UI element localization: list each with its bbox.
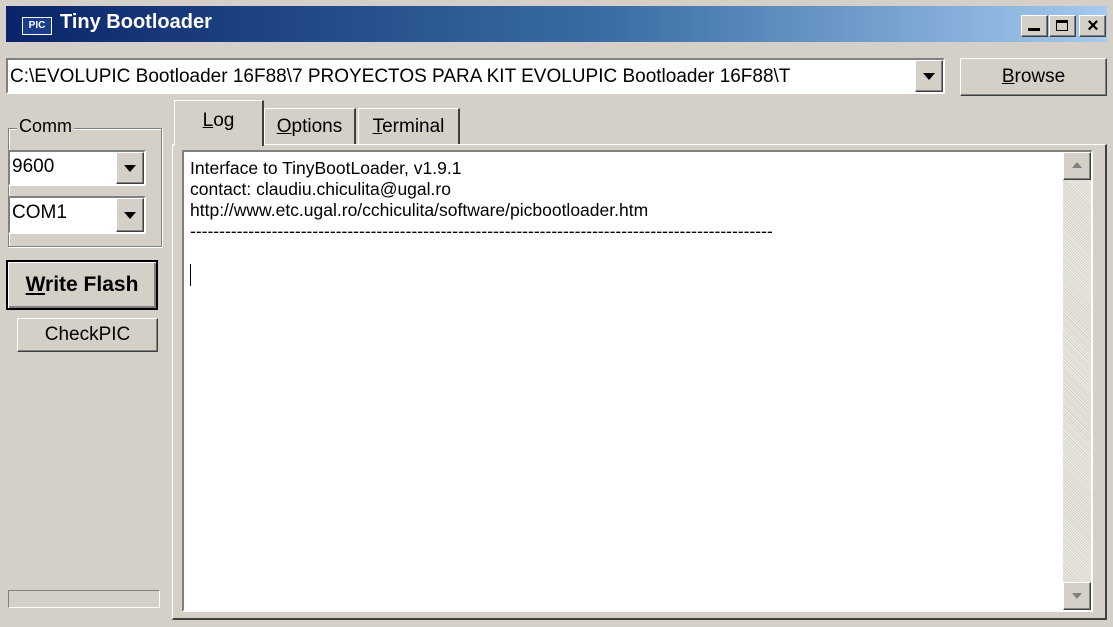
maximize-icon	[1056, 20, 1068, 31]
port-dropdown-button[interactable]	[116, 198, 144, 232]
browse-label: rowse	[1014, 66, 1066, 87]
close-button[interactable]: ×	[1079, 15, 1106, 37]
text-caret	[190, 264, 191, 286]
vertical-scrollbar[interactable]	[1063, 152, 1091, 610]
write-flash-label: rite Flash	[45, 273, 139, 296]
hex-file-path-value[interactable]: C:\EVOLUPIC Bootloader 16F88\7 PROYECTOS…	[10, 66, 910, 88]
arrow-up-icon	[1072, 162, 1082, 168]
tab-log-label: og	[213, 110, 235, 131]
tab-terminal-label: erminal	[382, 116, 445, 137]
com-port-select[interactable]: COM1	[8, 196, 146, 234]
minimize-icon	[1028, 28, 1040, 31]
tiny-bootloader-window: PIC Tiny Bootloader × C:\EVOLUPIC Bootlo…	[0, 0, 1113, 627]
close-icon: ×	[1087, 15, 1099, 37]
browse-button[interactable]: Browse	[960, 58, 1107, 96]
maximize-button[interactable]	[1049, 15, 1076, 37]
tab-options-mnemonic: O	[276, 116, 292, 137]
log-line: http://www.etc.ugal.ro/cchiculita/softwa…	[190, 200, 649, 220]
window-title: Tiny Bootloader	[60, 11, 212, 33]
pic-app-icon: PIC	[22, 17, 52, 35]
tab-terminal-mnemonic: T	[372, 116, 383, 137]
log-line: contact: claudiu.chiculita@ugal.ro	[190, 179, 451, 199]
scroll-up-button[interactable]	[1063, 152, 1091, 180]
hex-file-path-combo[interactable]: C:\EVOLUPIC Bootloader 16F88\7 PROYECTOS…	[6, 58, 945, 94]
chevron-down-icon	[923, 73, 935, 80]
write-flash-mnemonic: W	[25, 273, 46, 296]
progress-bar	[8, 590, 160, 608]
path-dropdown-button[interactable]	[915, 60, 943, 92]
title-bar[interactable]: PIC Tiny Bootloader ×	[6, 6, 1107, 42]
comm-group-label: Comm	[17, 116, 74, 137]
browse-mnemonic: B	[1001, 66, 1015, 87]
tab-log[interactable]: Log	[174, 100, 264, 146]
baud-dropdown-button[interactable]	[116, 152, 144, 184]
log-separator: ----------------------------------------…	[190, 221, 773, 241]
com-port-value: COM1	[12, 202, 67, 223]
log-textarea[interactable]: Interface to TinyBootLoader, v1.9.1 cont…	[182, 150, 1093, 612]
chevron-down-icon	[124, 212, 136, 219]
log-line: Interface to TinyBootLoader, v1.9.1	[190, 158, 462, 178]
arrow-down-icon	[1072, 593, 1082, 599]
tab-log-mnemonic: L	[202, 110, 214, 131]
scroll-down-button[interactable]	[1063, 582, 1091, 610]
checkpic-button[interactable]: CheckPIC	[17, 318, 158, 352]
tab-options[interactable]: Options	[264, 108, 356, 144]
minimize-button[interactable]	[1021, 15, 1048, 37]
write-flash-button[interactable]: Write Flash	[6, 260, 158, 310]
log-lines: Interface to TinyBootLoader, v1.9.1 cont…	[190, 158, 773, 242]
baud-rate-value: 9600	[12, 156, 55, 177]
tab-options-label: ptions	[291, 116, 343, 137]
baud-rate-select[interactable]: 9600	[8, 150, 146, 186]
chevron-down-icon	[124, 165, 136, 172]
tab-terminal[interactable]: Terminal	[358, 108, 460, 144]
